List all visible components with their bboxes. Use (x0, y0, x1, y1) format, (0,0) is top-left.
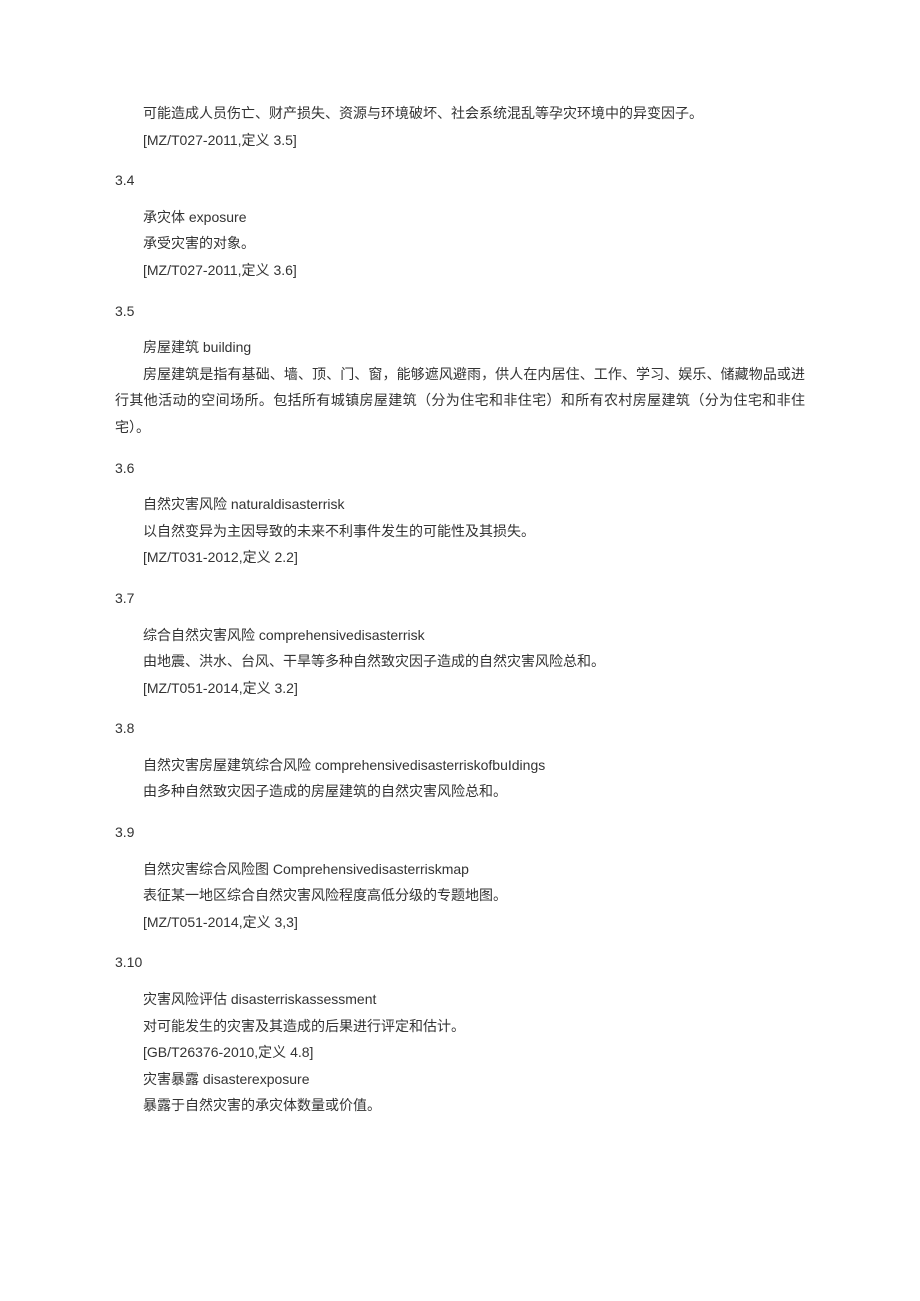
definition-line: 由地震、洪水、台风、干旱等多种自然致灾因子造成的自然灾害风险总和。 (115, 648, 805, 675)
term-line: 自然灾害风险 naturaldisasterrisk (115, 491, 805, 518)
term-line: 综合自然灾害风险 comprehensivedisasterrisk (115, 622, 805, 649)
definition-line: 承受灾害的对象。 (115, 230, 805, 257)
term-line: 自然灾害综合风险图 Comprehensivedisasterriskmap (115, 856, 805, 883)
definition-line: 以自然变异为主因导致的未来不利事件发生的可能性及其损失。 (115, 518, 805, 545)
section-number: 3.10 (115, 949, 805, 976)
definition-line: 表征某一地区综合自然灾害风险程度高低分级的专题地图。 (115, 882, 805, 909)
reference-line: [MZ/T031-2012,定义 2.2] (115, 544, 805, 571)
intro-line: 可能造成人员伤亡、财产损失、资源与环境破坏、社会系统混乱等孕灾环境中的异变因子。 (115, 100, 805, 127)
reference-line: [MZ/T051-2014,定义 3.2] (115, 675, 805, 702)
section-number: 3.9 (115, 819, 805, 846)
section-number: 3.7 (115, 585, 805, 612)
intro-ref: [MZ/T027-2011,定义 3.5] (115, 127, 805, 154)
definition-line: 由多种自然致灾因子造成的房屋建筑的自然灾害风险总和。 (115, 778, 805, 805)
reference-line: [MZ/T051-2014,定义 3,3] (115, 909, 805, 936)
term-line: 承灾体 exposure (115, 204, 805, 231)
definition-paragraph: 房屋建筑是指有基础、墙、顶、门、窗，能够遮风避雨，供人在内居住、工作、学习、娱乐… (115, 361, 805, 441)
section-number: 3.4 (115, 167, 805, 194)
definition-line: 暴露于自然灾害的承灾体数量或价值。 (115, 1092, 805, 1119)
term-line: 自然灾害房屋建筑综合风险 comprehensivedisasterriskof… (115, 752, 805, 779)
document-page: 可能造成人员伤亡、财产损失、资源与环境破坏、社会系统混乱等孕灾环境中的异变因子。… (0, 0, 920, 1301)
definition-line: 对可能发生的灾害及其造成的后果进行评定和估计。 (115, 1013, 805, 1040)
section-number: 3.5 (115, 298, 805, 325)
reference-line: [MZ/T027-2011,定义 3.6] (115, 257, 805, 284)
section-number: 3.8 (115, 715, 805, 742)
term-line: 灾害暴露 disasterexposure (115, 1066, 805, 1093)
section-number: 3.6 (115, 455, 805, 482)
reference-line: [GB/T26376-2010,定义 4.8] (115, 1039, 805, 1066)
term-line: 房屋建筑 building (115, 334, 805, 361)
term-line: 灾害风险评估 disasterriskassessment (115, 986, 805, 1013)
